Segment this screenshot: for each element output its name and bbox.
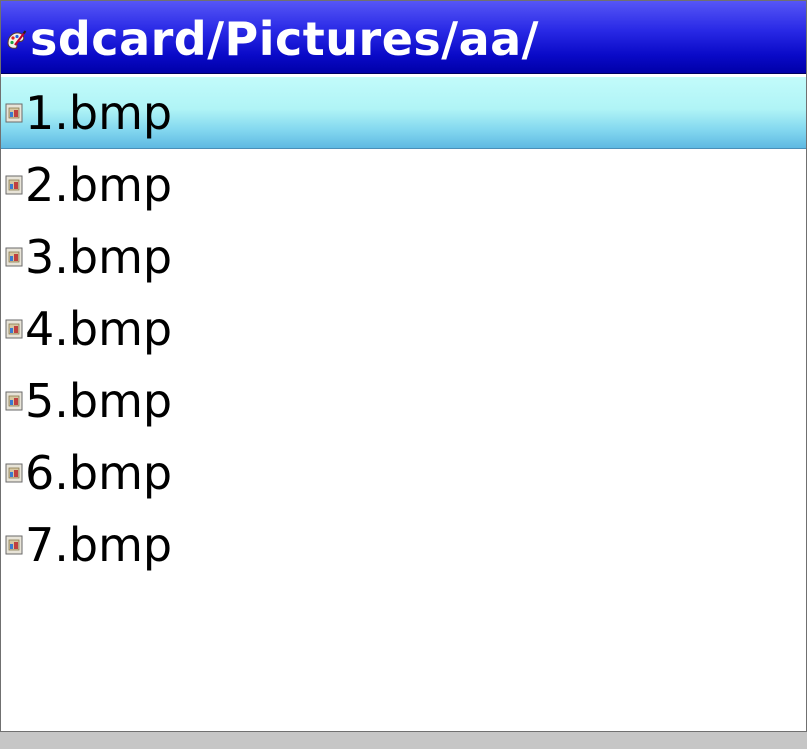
file-row-1[interactable]: 1.bmp (1, 77, 806, 149)
file-row-5[interactable]: 5.bmp (1, 365, 806, 437)
file-name: 6.bmp (25, 446, 173, 500)
bmp-file-icon (5, 535, 23, 555)
file-name: 7.bmp (25, 518, 173, 572)
file-row-4[interactable]: 4.bmp (1, 293, 806, 365)
file-row-2[interactable]: 2.bmp (1, 149, 806, 221)
window-title: sdcard/Pictures/aa/ (30, 12, 539, 66)
file-list: 1.bmp 2.bmp 3.bmp 4.bmp 5.bmp 6.bmp 7.bm… (1, 77, 806, 581)
bmp-file-icon (5, 391, 23, 411)
bmp-file-icon (5, 247, 23, 267)
file-row-7[interactable]: 7.bmp (1, 509, 806, 581)
file-name: 3.bmp (25, 230, 173, 284)
bmp-file-icon (5, 175, 23, 195)
title-bar: sdcard/Pictures/aa/ (1, 1, 806, 74)
file-name: 4.bmp (25, 302, 173, 356)
bmp-file-icon (5, 103, 23, 123)
bottom-status-bar (0, 732, 807, 749)
file-row-6[interactable]: 6.bmp (1, 437, 806, 509)
file-name: 5.bmp (25, 374, 173, 428)
file-name: 2.bmp (25, 158, 173, 212)
bmp-file-icon (5, 463, 23, 483)
paint-palette-icon (7, 30, 27, 49)
file-browser-window: sdcard/Pictures/aa/ 1.bmp 2.bmp 3.bmp 4.… (0, 0, 807, 732)
file-name: 1.bmp (25, 86, 173, 140)
bmp-file-icon (5, 319, 23, 339)
file-row-3[interactable]: 3.bmp (1, 221, 806, 293)
